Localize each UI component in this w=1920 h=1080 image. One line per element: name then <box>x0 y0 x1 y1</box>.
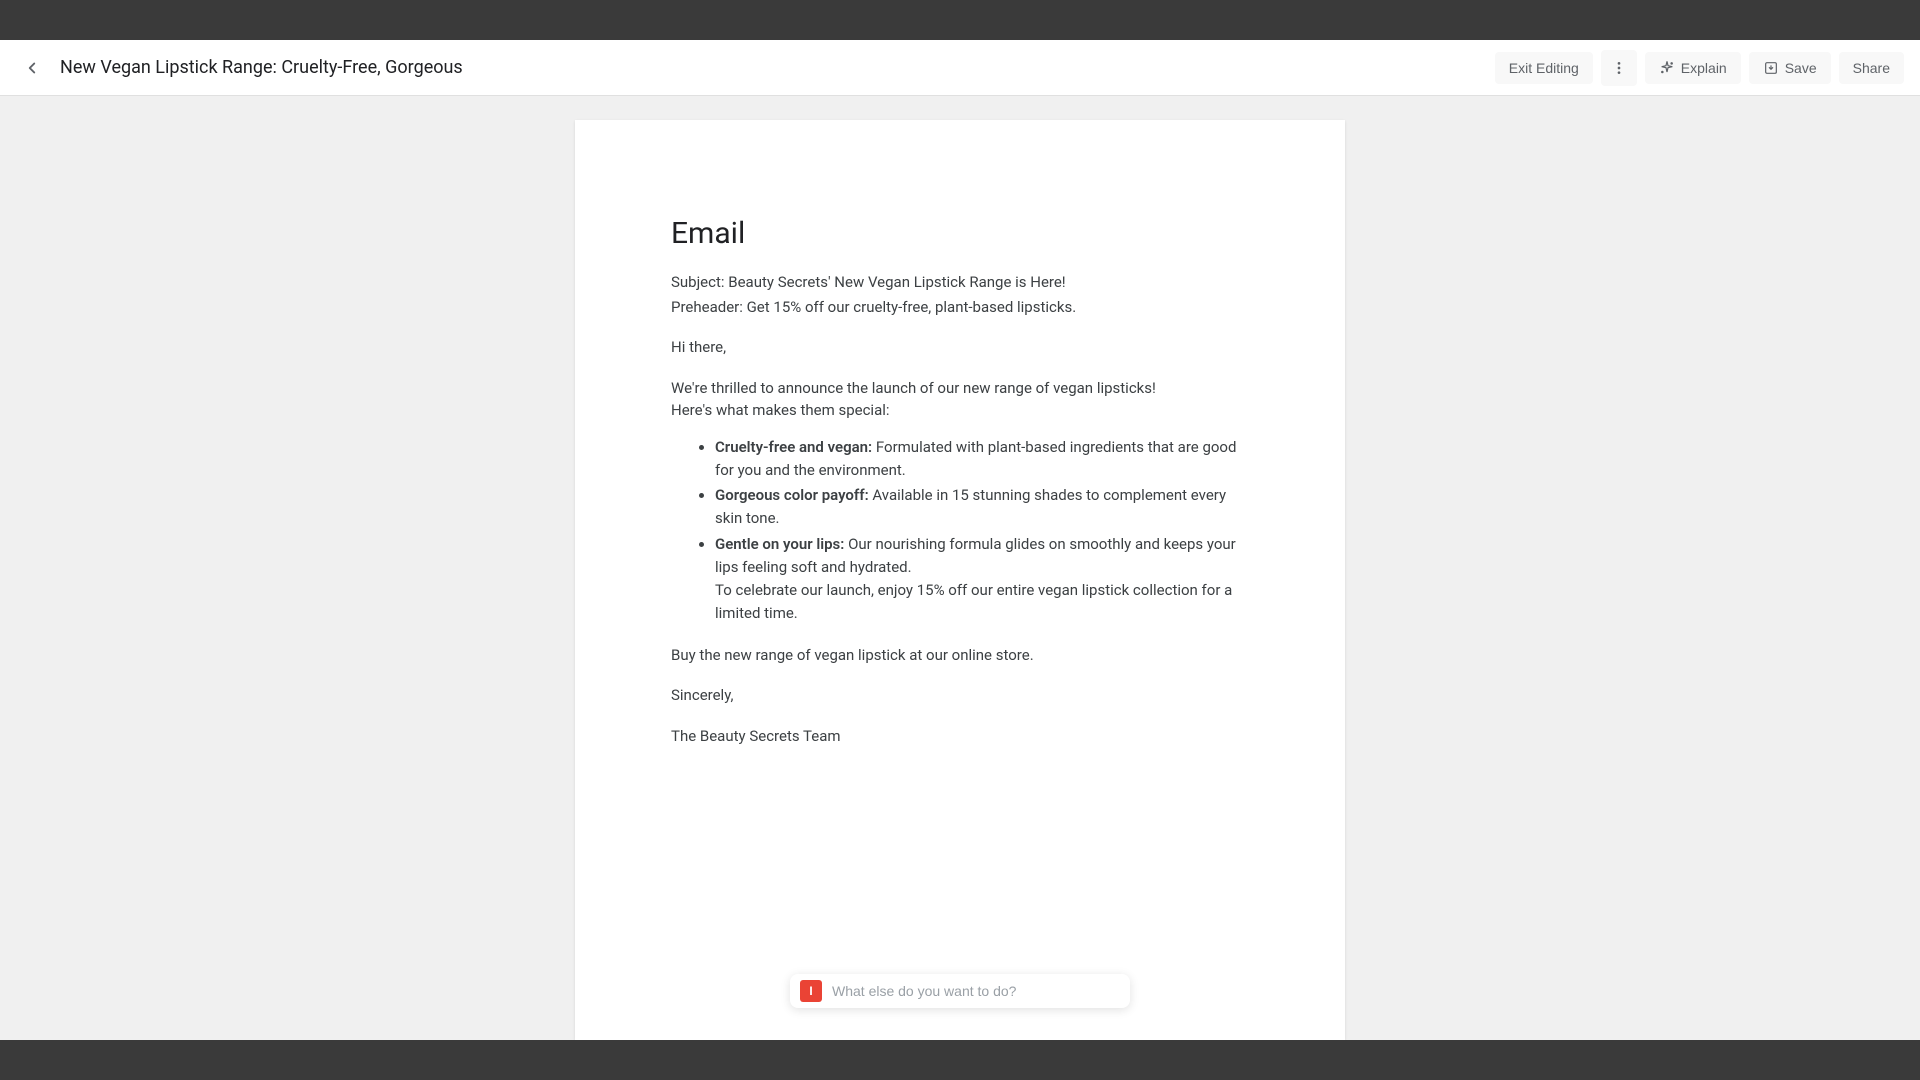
signature: The Beauty Secrets Team <box>671 725 1249 748</box>
more-vertical-icon <box>1611 60 1627 76</box>
preheader-line: Preheader: Get 15% off our cruelty-free,… <box>671 296 1249 319</box>
share-label: Share <box>1853 60 1890 76</box>
intro-line-2: Here's what makes them special: <box>671 401 890 419</box>
bullet-extra: To celebrate our launch, enjoy 15% off o… <box>715 581 1232 622</box>
toolbar: New Vegan Lipstick Range: Cruelty-Free, … <box>0 40 1920 96</box>
document-heading: Email <box>671 216 1249 251</box>
cta-paragraph: Buy the new range of vegan lipstick at o… <box>671 644 1249 667</box>
save-button[interactable]: Save <box>1749 52 1831 84</box>
document[interactable]: Email Subject: Beauty Secrets' New Vegan… <box>575 120 1345 1040</box>
bullet-label: Cruelty-free and vegan: <box>715 438 872 456</box>
intro-paragraph: We're thrilled to announce the launch of… <box>671 377 1249 422</box>
share-button[interactable]: Share <box>1839 52 1904 84</box>
prompt-app-icon: I <box>800 980 822 1002</box>
sparkle-icon <box>1659 60 1675 76</box>
prompt-input[interactable] <box>832 983 1120 999</box>
save-icon <box>1763 60 1779 76</box>
save-label: Save <box>1785 60 1817 76</box>
signoff: Sincerely, <box>671 684 1249 707</box>
exit-editing-label: Exit Editing <box>1509 60 1579 76</box>
explain-button[interactable]: Explain <box>1645 52 1741 84</box>
feature-list: Cruelty-free and vegan: Formulated with … <box>671 436 1249 626</box>
list-item: Cruelty-free and vegan: Formulated with … <box>715 436 1249 483</box>
prompt-bar[interactable]: I <box>790 974 1130 1008</box>
content-area: Email Subject: Beauty Secrets' New Vegan… <box>0 96 1920 1040</box>
subject-line: Subject: Beauty Secrets' New Vegan Lipst… <box>671 271 1249 294</box>
chevron-left-icon <box>23 59 41 77</box>
greeting: Hi there, <box>671 336 1249 359</box>
exit-editing-button[interactable]: Exit Editing <box>1495 52 1593 84</box>
letterbox-bottom <box>0 1040 1920 1080</box>
toolbar-left: New Vegan Lipstick Range: Cruelty-Free, … <box>16 52 463 84</box>
list-item: Gorgeous color payoff: Available in 15 s… <box>715 484 1249 531</box>
toolbar-right: Exit Editing Explain Save Share <box>1495 50 1904 86</box>
more-button[interactable] <box>1601 50 1637 86</box>
intro-line-1: We're thrilled to announce the launch of… <box>671 379 1156 397</box>
letterbox-top <box>0 0 1920 40</box>
bullet-label: Gentle on your lips: <box>715 535 844 553</box>
page-title: New Vegan Lipstick Range: Cruelty-Free, … <box>60 57 463 78</box>
prompt-icon-label: I <box>809 984 813 998</box>
back-button[interactable] <box>16 52 48 84</box>
bullet-label: Gorgeous color payoff: <box>715 486 869 504</box>
explain-label: Explain <box>1681 60 1727 76</box>
list-item: Gentle on your lips: Our nourishing form… <box>715 533 1249 626</box>
